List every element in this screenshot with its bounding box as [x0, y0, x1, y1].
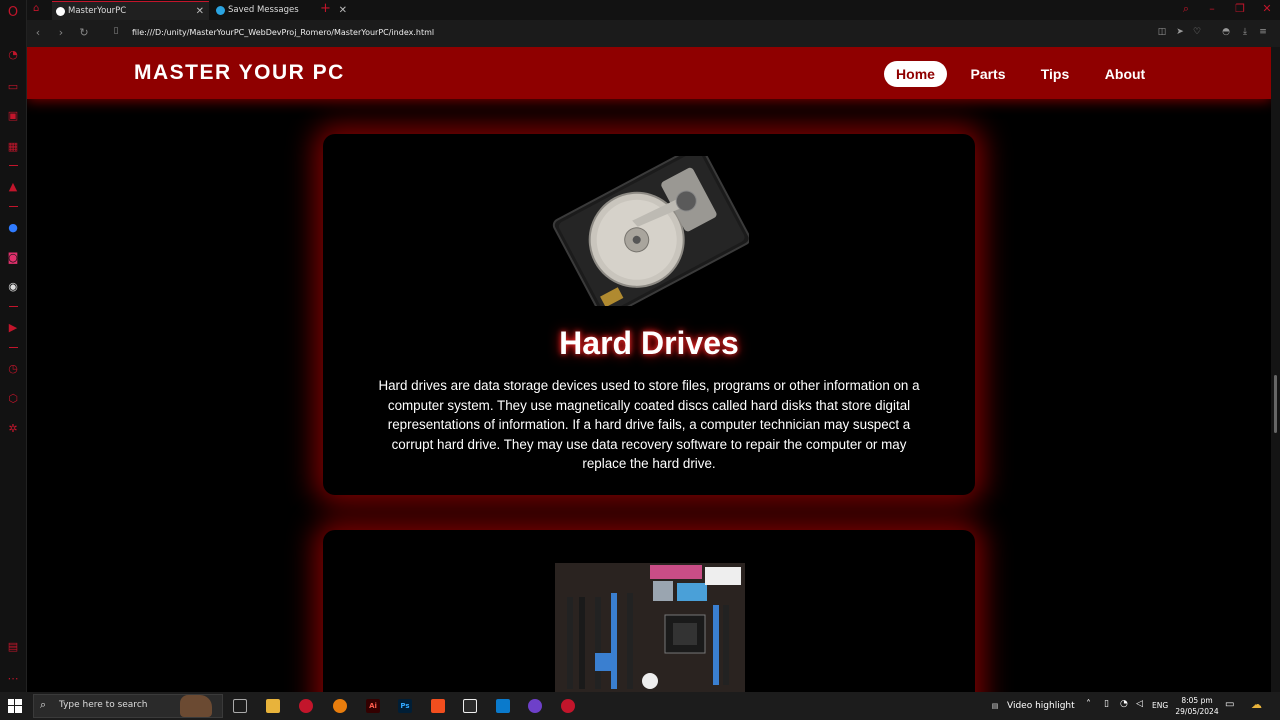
windows-start-icon[interactable] — [8, 699, 22, 713]
clock-date: 29/05/2024 — [1175, 707, 1219, 716]
close-tab-icon[interactable]: ✕ — [196, 2, 204, 21]
illustrator-icon[interactable]: Ai — [366, 699, 380, 713]
site-logo[interactable]: MASTER YOUR PC — [134, 61, 345, 85]
sidebar-divider — [9, 165, 18, 166]
sidebar-divider — [9, 206, 18, 207]
instagram-icon[interactable]: ◙ — [6, 251, 20, 265]
restore-button[interactable]: ❐ — [1232, 2, 1248, 15]
photoshop-icon[interactable]: Ps — [398, 699, 412, 713]
taskbar-search-placeholder: Type here to search — [59, 700, 148, 710]
minimize-button[interactable]: – — [1204, 2, 1220, 15]
motherboard-image — [555, 563, 745, 692]
part-card-hard-drives: Hard Drives Hard drives are data storage… — [323, 134, 975, 495]
notifications-icon[interactable]: ▭ — [1225, 699, 1234, 710]
send-icon[interactable]: ➤ — [1174, 27, 1186, 37]
profile-icon[interactable]: ◓ — [1220, 27, 1232, 37]
url-field[interactable]: file:///D:/unity/MasterYourPC_WebDevProj… — [132, 28, 434, 37]
speed-dial-icon[interactable]: ◔ — [6, 48, 20, 62]
video-highlight-icon[interactable]: ▤ — [988, 699, 1002, 713]
wallet-icon[interactable]: ▭ — [6, 80, 20, 94]
file-icon: ▯ — [113, 26, 119, 36]
opera-taskbar-icon[interactable] — [299, 699, 313, 713]
github-desktop-icon[interactable] — [528, 699, 542, 713]
download-icon[interactable]: ⤓ — [1239, 27, 1251, 37]
volume-icon[interactable]: ◁ — [1136, 699, 1143, 709]
close-window-button[interactable]: ✕ — [1259, 2, 1275, 15]
settings-icon[interactable]: ✲ — [6, 422, 20, 436]
aria-icon[interactable]: ▲ — [6, 180, 20, 194]
part-card-motherboard — [323, 530, 975, 692]
opera-gx-icon[interactable] — [561, 699, 575, 713]
file-explorer-icon[interactable] — [266, 699, 280, 713]
bookmark-heart-icon[interactable]: ♡ — [1191, 27, 1203, 37]
tab-title: Saved Messages — [228, 5, 299, 15]
tray-video-highlight[interactable]: Video highlight — [1007, 701, 1075, 711]
close-tab-icon[interactable]: ✕ — [339, 1, 347, 20]
taskbar-clock[interactable]: 8:05 pm 29/05/2024 — [1175, 695, 1219, 717]
menu-icon[interactable]: ≡ — [1257, 27, 1269, 37]
opera-logo-icon[interactable]: O — [6, 6, 20, 20]
blender-icon[interactable] — [333, 699, 347, 713]
page-viewport: MASTER YOUR PC Home Parts Tips About Har… — [27, 47, 1271, 692]
page-scrollbar[interactable] — [1271, 47, 1280, 692]
tab-saved-messages[interactable]: Saved Messages ✕ — [212, 1, 352, 20]
extensions-icon[interactable]: ⬡ — [6, 392, 20, 406]
nav-tips-link[interactable]: Tips — [1034, 61, 1076, 87]
tray-chevron-icon[interactable]: ˄ — [1086, 699, 1091, 710]
snapshot-icon[interactable]: ◫ — [1156, 27, 1168, 37]
history-icon[interactable]: ◷ — [6, 362, 20, 376]
telegram-icon — [216, 6, 225, 15]
reload-icon[interactable]: ↻ — [77, 26, 91, 39]
twitch-taskbar-icon[interactable] — [463, 699, 477, 713]
twitch-icon[interactable]: ▣ — [6, 109, 20, 123]
language-indicator[interactable]: ENG — [1152, 701, 1168, 710]
taskbar-search[interactable]: ⌕ Type here to search — [33, 694, 223, 718]
forward-icon[interactable]: › — [54, 26, 68, 39]
hard-drive-image — [552, 156, 749, 306]
workspaces-icon[interactable]: ⌂ — [33, 3, 39, 14]
nav-about-link[interactable]: About — [1097, 61, 1153, 87]
tab-title: MasterYourPC — [68, 6, 127, 16]
search-tabs-icon[interactable]: ⌕ — [1178, 2, 1194, 16]
sidebar-customize-icon[interactable]: ▤ — [6, 640, 20, 654]
address-bar: ‹ › ↻ ▯ file:///D:/unity/MasterYourPC_We… — [27, 20, 1280, 47]
more-icon[interactable]: ⋯ — [6, 672, 20, 686]
wifi-icon[interactable]: ◔ — [1120, 699, 1128, 709]
browser-sidebar: O ◔ ▭ ▣ ▦ ▲ ● ◙ ◉ ▶ ◷ ⬡ ✲ ▤ ⋯ — [0, 0, 27, 692]
clock-time: 8:05 pm — [1181, 696, 1213, 705]
scrollbar-thumb[interactable] — [1274, 375, 1277, 433]
battery-icon[interactable]: ▯ — [1104, 699, 1109, 709]
card-title: Hard Drives — [559, 325, 739, 361]
messenger-icon[interactable]: ● — [6, 221, 20, 235]
site-header: MASTER YOUR PC Home Parts Tips About — [27, 47, 1271, 99]
weather-icon[interactable]: ☁ — [1251, 698, 1262, 711]
new-tab-button[interactable]: + — [320, 1, 331, 17]
card-description: Hard drives are data storage devices use… — [378, 378, 920, 472]
tab-strip: ⌂ MasterYourPC ✕ Saved Messages ✕ + ⌕ – … — [27, 0, 1280, 20]
back-icon[interactable]: ‹ — [31, 26, 45, 39]
nav-parts-link[interactable]: Parts — [964, 61, 1012, 87]
tab-masteryourpc[interactable]: MasterYourPC ✕ — [52, 1, 209, 20]
globe-icon — [56, 7, 65, 16]
sidebar-divider — [9, 347, 18, 348]
vscode-icon[interactable] — [496, 699, 510, 713]
figma-icon[interactable] — [431, 699, 445, 713]
task-view-icon[interactable] — [233, 699, 247, 713]
otter-illustration-icon — [180, 695, 212, 717]
search-icon: ⌕ — [40, 698, 47, 711]
nav-home-link[interactable]: Home — [884, 61, 947, 87]
discord-icon[interactable]: ◉ — [6, 280, 20, 294]
player-icon[interactable]: ▶ — [6, 321, 20, 335]
sidebar-divider — [9, 306, 18, 307]
grid-icon[interactable]: ▦ — [6, 140, 20, 154]
taskbar: ⌕ Type here to search Ai Ps ▤ Video high… — [0, 692, 1280, 720]
